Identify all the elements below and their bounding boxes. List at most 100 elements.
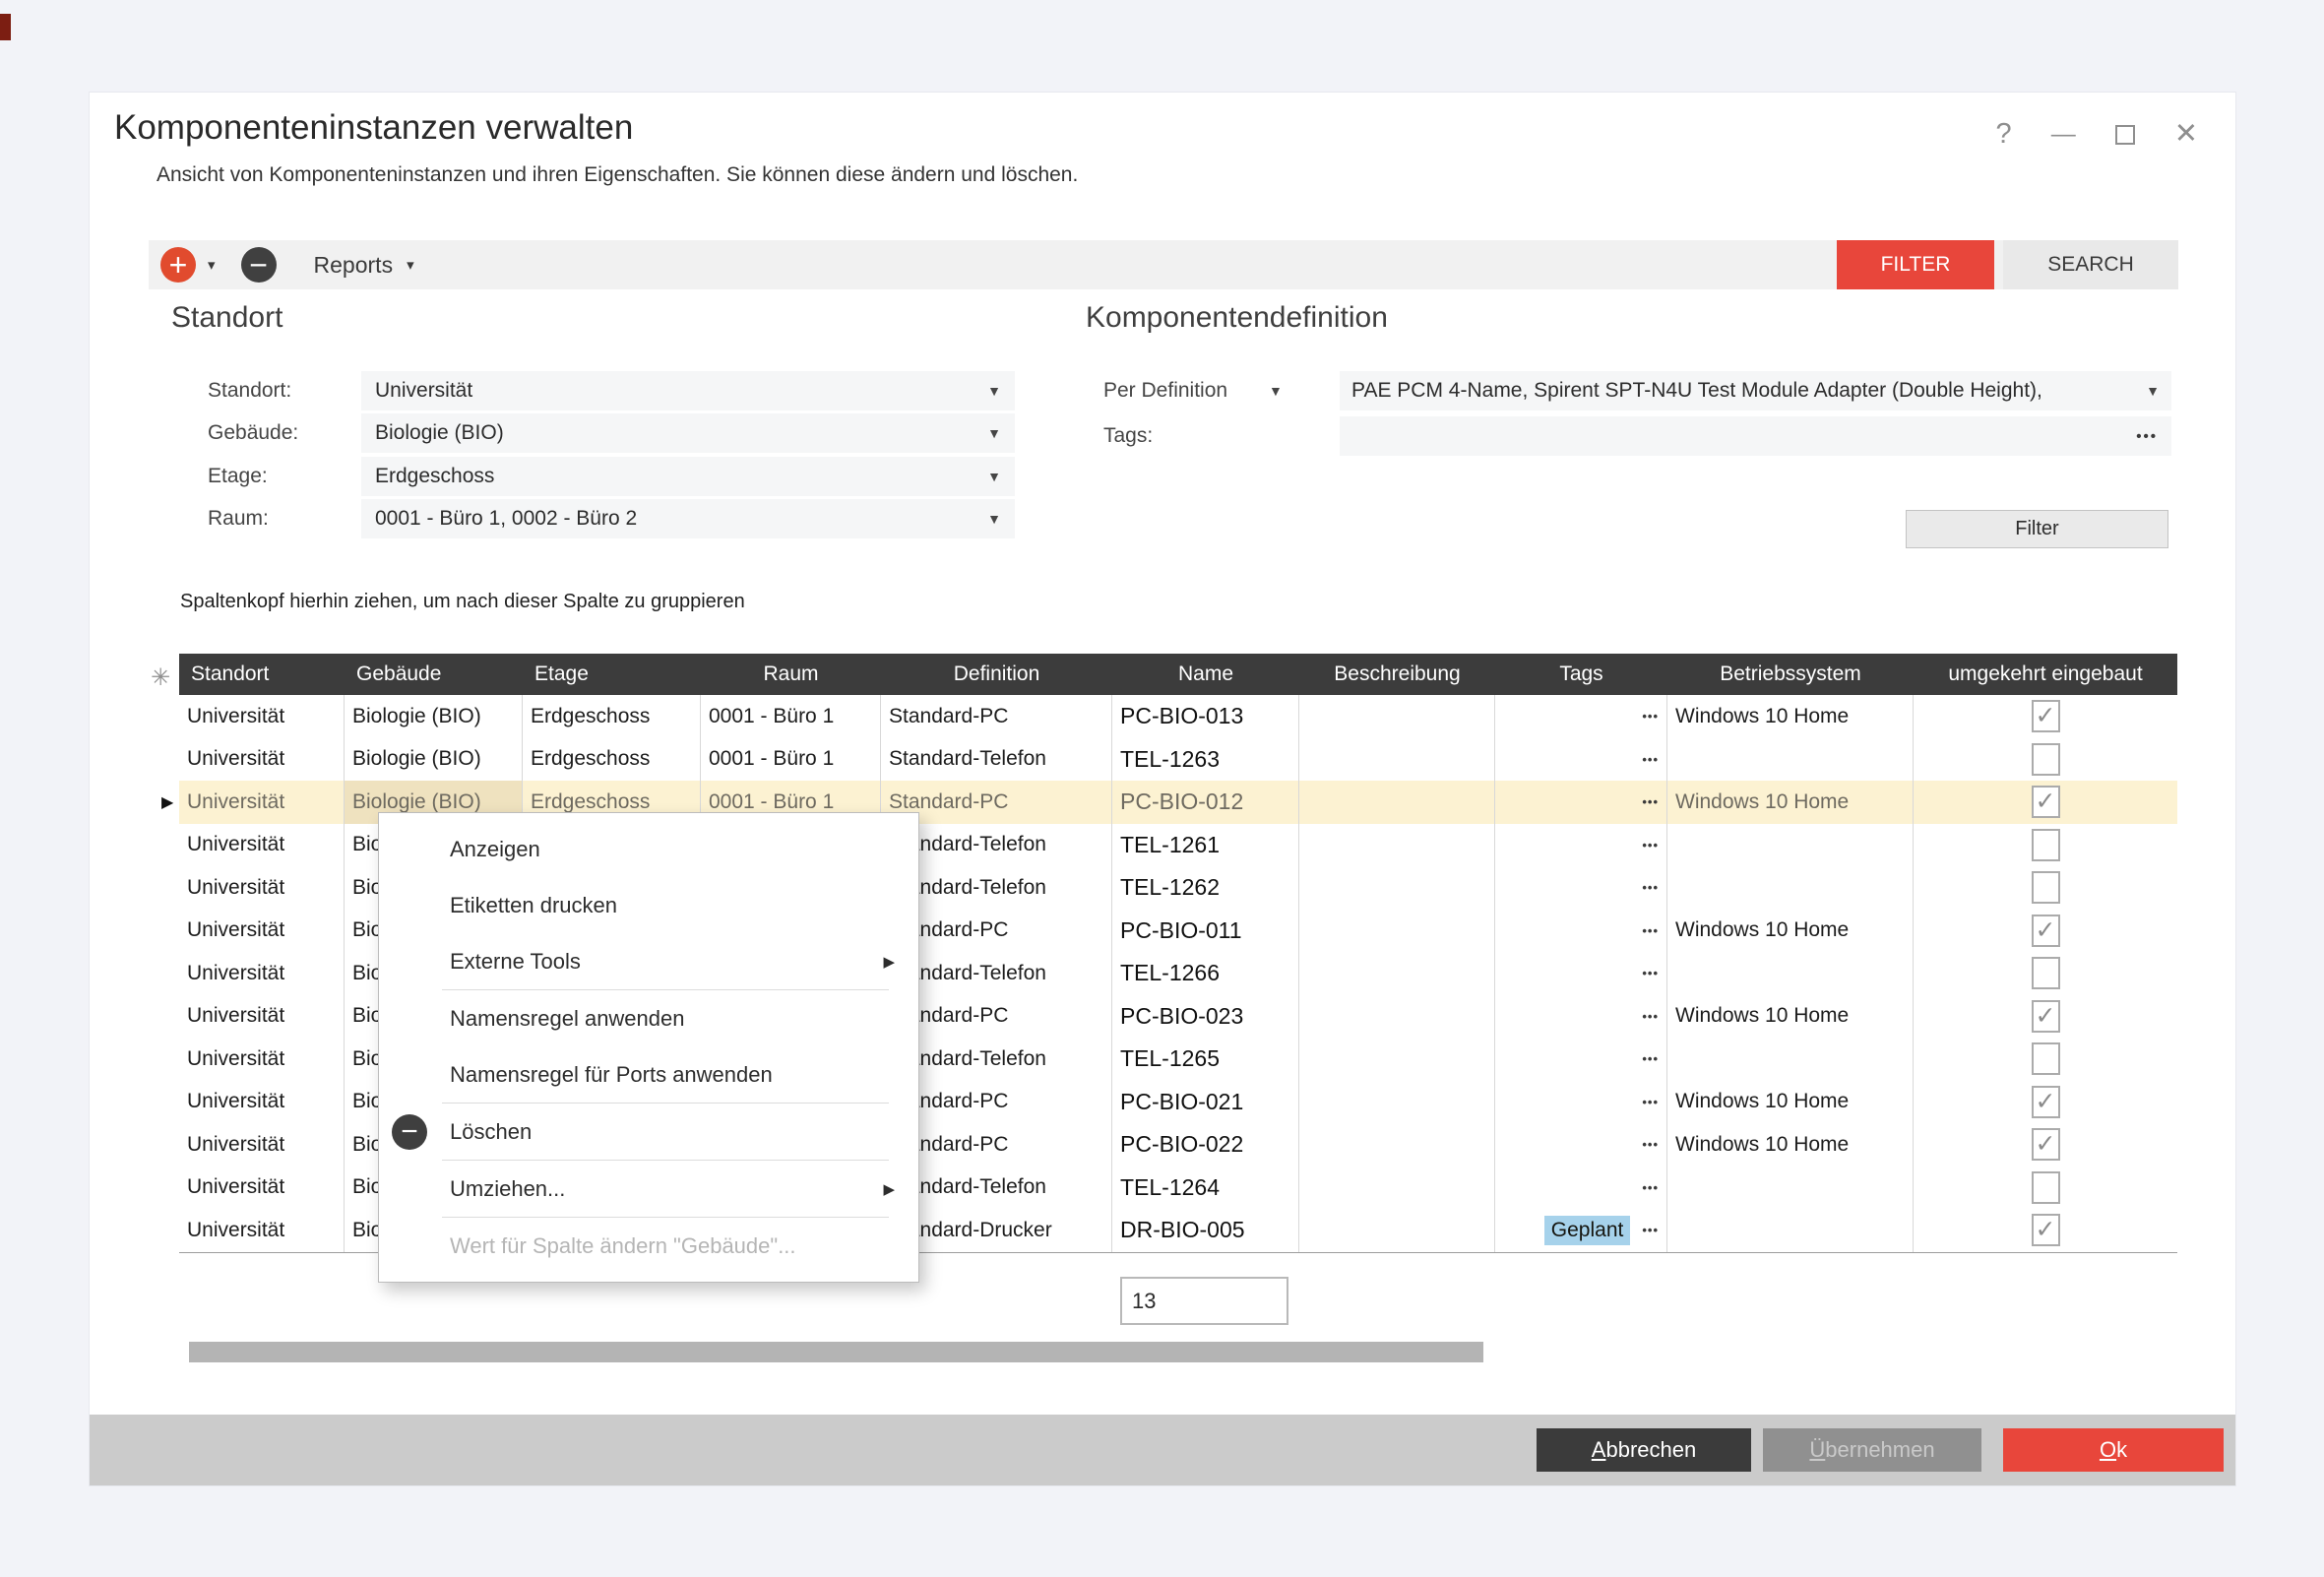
cell-betriebssystem[interactable] — [1667, 1167, 1914, 1210]
cell-tags[interactable]: ••• — [1495, 1038, 1667, 1081]
column-header-4[interactable]: Definition — [881, 654, 1112, 695]
dropdown-standort[interactable]: Universität▼ — [361, 371, 1015, 410]
cell-tags[interactable]: ••• — [1495, 1081, 1667, 1124]
search-tab-button[interactable]: SEARCH — [2003, 240, 2178, 289]
column-header-0[interactable]: Standort — [179, 654, 345, 695]
cell-beschreibung[interactable] — [1299, 781, 1495, 824]
menu-item-anzeigen[interactable]: Anzeigen — [379, 821, 918, 877]
cell-name[interactable]: PC-BIO-013 — [1112, 695, 1299, 738]
cell-betriebssystem[interactable] — [1667, 866, 1914, 910]
checkbox[interactable] — [2032, 743, 2060, 776]
cell-beschreibung[interactable] — [1299, 824, 1495, 867]
cell-beschreibung[interactable] — [1299, 910, 1495, 953]
per-definition-caret-icon[interactable]: ▼ — [1269, 383, 1340, 399]
table-row[interactable]: UniversitätBiologie (BIO)Erdgeschoss0001… — [179, 738, 2177, 782]
column-header-2[interactable]: Etage — [523, 654, 701, 695]
checkbox[interactable]: ✓ — [2032, 915, 2060, 947]
cell-umgekehrt-eingebaut[interactable]: ✓ — [1914, 781, 2177, 824]
cell-beschreibung[interactable] — [1299, 866, 1495, 910]
checkbox[interactable]: ✓ — [2032, 1000, 2060, 1033]
cell-tags[interactable]: Geplant••• — [1495, 1209, 1667, 1252]
cell-tags[interactable]: ••• — [1495, 781, 1667, 824]
cell-name[interactable]: PC-BIO-012 — [1112, 781, 1299, 824]
cell-betriebssystem[interactable]: Windows 10 Home — [1667, 1123, 1914, 1167]
cell-standort[interactable]: Universität — [179, 1081, 345, 1124]
cell-umgekehrt-eingebaut[interactable]: ✓ — [1914, 910, 2177, 953]
maximize-icon[interactable] — [2115, 125, 2135, 145]
cell-umgekehrt-eingebaut[interactable] — [1914, 952, 2177, 995]
menu-item-namensregel-anwenden[interactable]: Namensregel anwenden — [379, 990, 918, 1046]
cell-tags[interactable]: ••• — [1495, 824, 1667, 867]
help-icon[interactable]: ? — [1996, 120, 2012, 149]
cell-name[interactable]: PC-BIO-023 — [1112, 995, 1299, 1039]
ellipsis-icon[interactable]: ••• — [2136, 428, 2171, 445]
dropdown-raum[interactable]: 0001 - Büro 1, 0002 - Büro 2▼ — [361, 499, 1015, 538]
add-dropdown-caret-icon[interactable]: ▾ — [208, 256, 216, 274]
row-count-field[interactable]: 13 — [1120, 1277, 1288, 1325]
cell-umgekehrt-eingebaut[interactable]: ✓ — [1914, 695, 2177, 738]
cell-tags[interactable]: ••• — [1495, 695, 1667, 738]
cell-name[interactable]: TEL-1261 — [1112, 824, 1299, 867]
menu-item-namensregel-für-ports-anwenden[interactable]: Namensregel für Ports anwenden — [379, 1046, 918, 1103]
ellipsis-icon[interactable]: ••• — [1642, 794, 1659, 809]
cell-umgekehrt-eingebaut[interactable]: ✓ — [1914, 1123, 2177, 1167]
cell-umgekehrt-eingebaut[interactable] — [1914, 1167, 2177, 1210]
menu-item-etiketten-drucken[interactable]: Etiketten drucken — [379, 877, 918, 933]
cell-standort[interactable]: Universität — [179, 695, 345, 738]
table-options-icon[interactable]: ✳ — [151, 663, 170, 692]
menu-item-externe-tools[interactable]: Externe Tools▶ — [379, 933, 918, 989]
cell-betriebssystem[interactable]: Windows 10 Home — [1667, 1081, 1914, 1124]
column-header-7[interactable]: Tags — [1495, 654, 1667, 695]
column-header-6[interactable]: Beschreibung — [1299, 654, 1495, 695]
cell-standort[interactable]: Universität — [179, 738, 345, 782]
cell-definition[interactable]: Standard-Telefon — [881, 738, 1112, 782]
cell-beschreibung[interactable] — [1299, 995, 1495, 1039]
cell-name[interactable]: TEL-1263 — [1112, 738, 1299, 782]
ellipsis-icon[interactable]: ••• — [1642, 1137, 1659, 1152]
ellipsis-icon[interactable]: ••• — [1642, 1095, 1659, 1109]
cell-tags[interactable]: ••• — [1495, 952, 1667, 995]
cell-definition[interactable]: Standard-PC — [881, 695, 1112, 738]
minimize-icon[interactable]: — — [2051, 122, 2076, 147]
table-row[interactable]: UniversitätBiologie (BIO)Erdgeschoss0001… — [179, 695, 2177, 738]
dropdown-etage[interactable]: Erdgeschoss▼ — [361, 457, 1015, 496]
cell-betriebssystem[interactable]: Windows 10 Home — [1667, 995, 1914, 1039]
checkbox[interactable] — [2032, 957, 2060, 989]
cell-standort[interactable]: Universität — [179, 866, 345, 910]
column-header-3[interactable]: Raum — [701, 654, 881, 695]
checkbox[interactable]: ✓ — [2032, 1214, 2060, 1246]
definition-select[interactable]: PAE PCM 4-Name, Spirent SPT-N4U Test Mod… — [1340, 371, 2171, 410]
cell-tags[interactable]: ••• — [1495, 866, 1667, 910]
checkbox[interactable]: ✓ — [2032, 1128, 2060, 1161]
add-button[interactable]: + — [160, 247, 196, 283]
column-header-8[interactable]: Betriebssystem — [1667, 654, 1914, 695]
checkbox[interactable]: ✓ — [2032, 1086, 2060, 1118]
cell-name[interactable]: PC-BIO-022 — [1112, 1123, 1299, 1167]
cell-tags[interactable]: ••• — [1495, 910, 1667, 953]
checkbox[interactable]: ✓ — [2032, 786, 2060, 818]
cell-standort[interactable]: Universität — [179, 910, 345, 953]
cell-gebaeude[interactable]: Biologie (BIO) — [345, 695, 523, 738]
cell-standort[interactable]: Universität — [179, 995, 345, 1039]
cell-umgekehrt-eingebaut[interactable]: ✓ — [1914, 995, 2177, 1039]
cell-betriebssystem[interactable]: Windows 10 Home — [1667, 695, 1914, 738]
horizontal-scrollbar[interactable] — [189, 1342, 1483, 1362]
ellipsis-icon[interactable]: ••• — [1642, 1009, 1659, 1024]
menu-item-löschen[interactable]: −Löschen — [379, 1104, 918, 1160]
close-icon[interactable]: ✕ — [2174, 120, 2198, 149]
cell-name[interactable]: DR-BIO-005 — [1112, 1209, 1299, 1252]
cell-standort[interactable]: Universität — [179, 952, 345, 995]
ellipsis-icon[interactable]: ••• — [1642, 838, 1659, 852]
cell-betriebssystem[interactable] — [1667, 824, 1914, 867]
cell-betriebssystem[interactable] — [1667, 1209, 1914, 1252]
cell-tags[interactable]: ••• — [1495, 738, 1667, 782]
cell-tags[interactable]: ••• — [1495, 1123, 1667, 1167]
cell-umgekehrt-eingebaut[interactable] — [1914, 738, 2177, 782]
cell-beschreibung[interactable] — [1299, 695, 1495, 738]
cell-name[interactable]: TEL-1264 — [1112, 1167, 1299, 1210]
remove-button[interactable]: − — [241, 247, 277, 283]
checkbox[interactable] — [2032, 1171, 2060, 1204]
cell-betriebssystem[interactable] — [1667, 738, 1914, 782]
cell-beschreibung[interactable] — [1299, 1209, 1495, 1252]
cell-name[interactable]: PC-BIO-021 — [1112, 1081, 1299, 1124]
